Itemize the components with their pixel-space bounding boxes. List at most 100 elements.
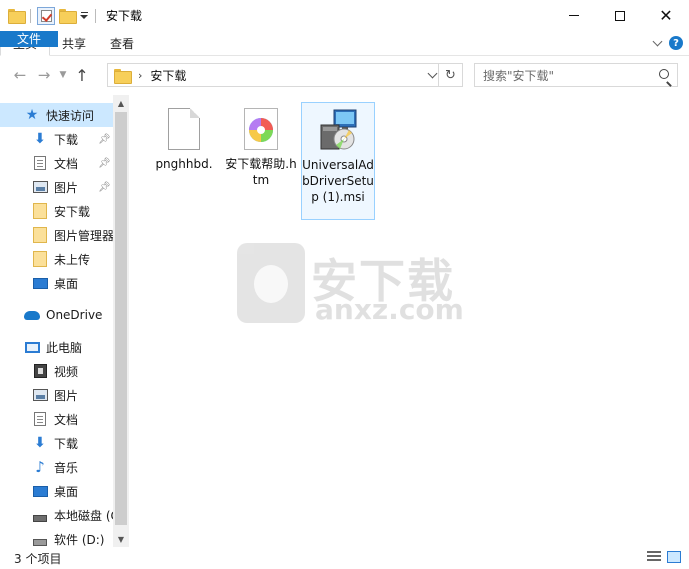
tab-view[interactable]: 查看 [98, 31, 146, 55]
nav-label: OneDrive [46, 308, 103, 322]
nav-item-drive-c[interactable]: 本地磁盘 (C:) [0, 503, 128, 527]
nav-item-pictures[interactable]: 图片 📌︎ [0, 175, 113, 199]
msi-installer-icon [318, 109, 358, 153]
file-item[interactable]: pnghhbd. [147, 102, 221, 172]
item-count: 3 个项目 [14, 551, 62, 566]
address-dropdown-icon[interactable] [427, 68, 438, 79]
cloud-icon [24, 307, 40, 323]
file-item[interactable]: 安下载帮助.htm [224, 102, 298, 188]
chevron-down-icon: ▼ [59, 70, 67, 80]
close-icon: ✕ [659, 5, 673, 25]
download-arrow-icon: ⬇ [34, 435, 46, 451]
scroll-down-icon[interactable]: ▼ [113, 531, 129, 547]
minimize-icon [569, 15, 579, 16]
nav-item-picture-manager[interactable]: 图片管理器 [0, 223, 114, 247]
maximize-button[interactable] [597, 0, 643, 31]
nav-item-pc-pictures[interactable]: 图片 [0, 383, 113, 407]
desktop-icon [32, 275, 48, 291]
file-view[interactable]: pnghhbd. 安下载帮助.htm UniversalAdbDriverSet… [130, 95, 689, 547]
nav-item-not-uploaded[interactable]: 未上传 [0, 247, 113, 271]
view-switcher [647, 551, 681, 563]
breadcrumb-chevron-icon[interactable]: › [138, 69, 142, 82]
quick-access-toolbar [0, 0, 98, 31]
nav-label: 下载 [54, 436, 79, 451]
scrollbar-thumb[interactable] [115, 112, 127, 525]
nav-item-pc-desktop[interactable]: 桌面 [0, 479, 113, 503]
file-name: UniversalAdbDriverSetup (1).msi [302, 158, 374, 204]
nav-label: 文档 [54, 412, 79, 427]
nav-label: 图片 [54, 180, 79, 195]
nav-label: 视频 [54, 364, 79, 379]
document-icon [32, 411, 48, 427]
nav-item-documents[interactable]: 文档 📌︎ [0, 151, 113, 175]
nav-scrollbar[interactable]: ▲ ▼ [113, 95, 129, 547]
video-icon [32, 363, 48, 379]
address-bar[interactable]: › 安下载 ↻ [107, 63, 463, 87]
nav-label: 软件 (D:) [54, 532, 105, 547]
desktop-icon [32, 483, 48, 499]
nav-item-drive-d[interactable]: 软件 (D:) [0, 527, 113, 547]
maximize-icon [615, 10, 625, 21]
nav-label: 下载 [54, 132, 79, 147]
details-view-icon[interactable] [647, 551, 661, 563]
new-folder-icon[interactable] [59, 9, 77, 24]
nav-quick-access[interactable]: ★ 快速访问 [0, 103, 113, 127]
pin-icon[interactable]: 📌︎ [98, 182, 111, 193]
expand-ribbon-icon[interactable] [652, 36, 663, 46]
navigation-pane: ★ 快速访问 ⬇ 下载 📌︎ 文档 📌︎ 图片 📌︎ 安下载 图片管理器 未上传… [0, 95, 129, 547]
nav-item-pc-documents[interactable]: 文档 [0, 407, 113, 431]
customize-toolbar-icon[interactable] [79, 10, 89, 22]
nav-item-desktop[interactable]: 桌面 [0, 271, 113, 295]
nav-this-pc[interactable]: 此电脑 [0, 335, 113, 359]
pin-icon[interactable]: 📌︎ [98, 158, 111, 169]
window-title: 安下载 [106, 9, 143, 23]
large-icons-view-icon[interactable] [667, 551, 681, 563]
tab-file[interactable]: 文件 [0, 31, 58, 47]
nav-item-pc-downloads[interactable]: ⬇ 下载 [0, 431, 113, 455]
file-item-selected[interactable]: UniversalAdbDriverSetup (1).msi [301, 102, 375, 220]
back-button[interactable]: ← [8, 66, 32, 84]
folder-icon [32, 203, 48, 219]
help-icon[interactable]: ? [669, 36, 683, 50]
search-input[interactable]: 搜索"安下载" [474, 63, 678, 87]
up-button[interactable]: ↑ [70, 66, 94, 85]
recent-locations-button[interactable]: ▼ [56, 70, 70, 80]
search-placeholder: 搜索"安下载" [483, 68, 555, 83]
breadcrumb-current[interactable]: 安下载 [150, 67, 186, 84]
nav-item-anxz[interactable]: 安下载 [0, 199, 113, 223]
address-row: ← → ▼ ↑ › 安下载 ↻ 搜索"安下载" [0, 57, 689, 93]
nav-label: 安下载 [54, 204, 91, 219]
arrow-right-icon: → [37, 66, 51, 84]
watermark-domain: anxz.com [315, 293, 464, 326]
minimize-button[interactable] [551, 0, 597, 31]
nav-label: 桌面 [54, 484, 79, 499]
star-icon: ★ [25, 107, 39, 123]
folder-icon [32, 227, 48, 243]
nav-item-videos[interactable]: 视频 [0, 359, 113, 383]
blank-file-icon [164, 108, 204, 152]
refresh-button[interactable]: ↻ [438, 63, 462, 87]
forward-button[interactable]: → [32, 66, 56, 84]
drive-icon [32, 507, 48, 523]
arrow-left-icon: ← [13, 66, 27, 84]
navigation-tree: ★ 快速访问 ⬇ 下载 📌︎ 文档 📌︎ 图片 📌︎ 安下载 图片管理器 未上传… [0, 95, 128, 547]
folder-icon [114, 68, 132, 84]
ribbon-right-controls: ? [652, 31, 689, 55]
nav-item-music[interactable]: ♪ 音乐 [0, 455, 113, 479]
status-bar: 3 个项目 [0, 547, 689, 569]
nav-label: 快速访问 [46, 108, 95, 123]
nav-item-downloads[interactable]: ⬇ 下载 📌︎ [0, 127, 113, 151]
htm-file-icon [241, 108, 281, 152]
scroll-up-icon[interactable]: ▲ [113, 95, 129, 111]
nav-label: 文档 [54, 156, 79, 171]
pin-icon[interactable]: 📌︎ [98, 134, 111, 145]
folder-icon[interactable] [8, 9, 26, 24]
close-button[interactable]: ✕ [643, 0, 689, 31]
file-name: pnghhbd. [155, 157, 213, 171]
download-arrow-icon: ⬇ [34, 131, 46, 147]
refresh-icon: ↻ [445, 67, 456, 83]
folder-icon [32, 251, 48, 267]
arrow-up-icon: ↑ [75, 65, 89, 85]
nav-onedrive[interactable]: OneDrive [0, 303, 113, 327]
properties-icon[interactable] [37, 6, 55, 25]
